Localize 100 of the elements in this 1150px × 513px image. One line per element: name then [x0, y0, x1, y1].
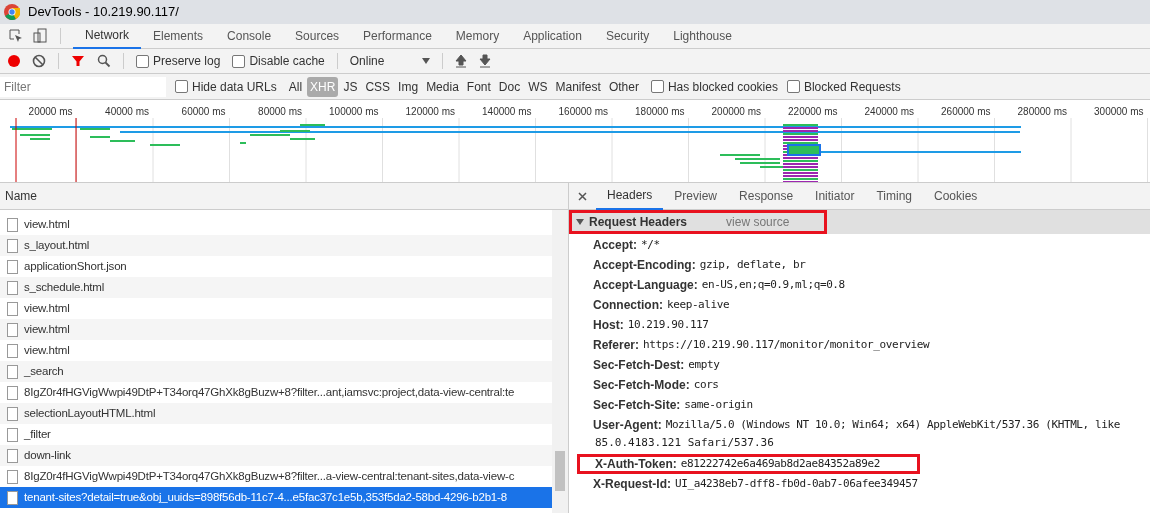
time-tick-label: 100000 ms: [329, 105, 379, 119]
request-row[interactable]: down-link: [0, 445, 552, 466]
filter-input[interactable]: Filter: [0, 76, 166, 97]
header-value: UI_a4238eb7-dff8-fb0d-0ab7-06afee349457: [675, 475, 918, 492]
upload-icon[interactable]: [454, 54, 467, 68]
header-value: keep-alive: [667, 296, 730, 313]
header-value: en-US,en;q=0.9,ml;q=0.8: [701, 276, 845, 293]
time-tick-label: 20000 ms: [28, 105, 73, 119]
header-name: Sec-Fetch-Mode:: [593, 377, 690, 394]
checkbox[interactable]: Disable cache: [232, 52, 325, 70]
checkbox[interactable]: Has blocked cookies: [650, 77, 778, 96]
type-filter-button[interactable]: Img: [395, 76, 422, 97]
detail-tab[interactable]: Initiator: [804, 183, 866, 210]
header-name: Accept:: [593, 237, 637, 254]
file-icon: [7, 322, 18, 337]
detail-tab[interactable]: Response: [728, 183, 805, 210]
time-tick-label: 180000 ms: [635, 105, 685, 119]
type-filter-button[interactable]: WS: [525, 76, 551, 97]
header-value: gzip, deflate, br: [699, 256, 806, 273]
scrollbar[interactable]: [552, 210, 568, 513]
panel-tab[interactable]: Console: [215, 23, 284, 49]
panel-tab[interactable]: Application: [511, 23, 594, 49]
type-filter-button[interactable]: CSS: [362, 76, 394, 97]
panel-tab[interactable]: Memory: [443, 23, 512, 49]
header-value: https://10.219.90.117/monitor/monitor_overview: [643, 336, 930, 353]
request-row[interactable]: tenant-sites?detail=true&obj_uuids=898f56db-11c7-4...e5fac37c1e5b,353f5da2-58bd-4296-b2b1-8: [0, 487, 552, 508]
time-tick-label: 200000 ms: [711, 105, 761, 119]
request-row[interactable]: _search: [0, 361, 552, 382]
search-icon[interactable]: [97, 54, 111, 68]
checkbox[interactable]: Hide data URLs: [175, 77, 277, 96]
type-filter-button[interactable]: Media: [423, 76, 462, 97]
request-row[interactable]: s_schedule.html: [0, 277, 552, 298]
type-filter-button[interactable]: Manifest: [552, 76, 604, 97]
disclosure-triangle-icon[interactable]: [576, 219, 584, 225]
section-title: Request Headers: [589, 214, 688, 231]
throttling-dropdown[interactable]: Online: [349, 52, 430, 70]
device-toolbar-icon[interactable]: [32, 28, 48, 44]
view-source-link[interactable]: view source: [726, 213, 790, 231]
browser-logo-icon: [4, 4, 20, 20]
file-icon: [7, 364, 18, 379]
header-name: Sec-Fetch-Dest:: [593, 357, 685, 374]
panel-tab[interactable]: Elements: [141, 23, 216, 49]
file-icon: [7, 280, 18, 295]
header-name: X-Auth-Token:: [595, 456, 677, 473]
file-icon: [7, 385, 18, 400]
header-value: 10.219.90.117: [627, 316, 709, 333]
type-filter-button[interactable]: Other: [605, 76, 642, 97]
header-value: empty: [688, 356, 720, 373]
request-row[interactable]: s_layout.html: [0, 235, 552, 256]
close-icon[interactable]: [578, 191, 587, 201]
request-row[interactable]: selectionLayoutHTML.html: [0, 403, 552, 424]
file-icon: [7, 406, 18, 421]
header-name: Host:: [593, 317, 624, 334]
header-name: Sec-Fetch-Site:: [593, 397, 681, 414]
filter-icon[interactable]: [71, 54, 85, 68]
header-name: Accept-Language:: [593, 277, 698, 294]
header-name: Accept-Encoding:: [593, 257, 696, 274]
checkbox[interactable]: Preserve log: [136, 52, 221, 70]
checkbox[interactable]: Blocked Requests: [786, 77, 901, 96]
detail-tab[interactable]: Cookies: [923, 183, 989, 210]
detail-tab[interactable]: Preview: [663, 183, 729, 210]
section-header-bar[interactable]: Request Headers view source: [569, 210, 1150, 234]
panel-tab[interactable]: Performance: [351, 23, 444, 49]
column-header[interactable]: Name: [0, 183, 568, 210]
file-icon: [7, 469, 18, 484]
time-tick-label: 140000 ms: [482, 105, 532, 119]
panel-tab[interactable]: Lighthouse: [661, 23, 744, 49]
file-icon: [7, 427, 18, 442]
inspect-element-icon[interactable]: [8, 28, 24, 44]
time-tick-label: 40000 ms: [105, 105, 149, 119]
file-icon: [7, 490, 18, 505]
type-filter-button[interactable]: All: [285, 76, 306, 97]
header-value: cors: [693, 376, 719, 393]
type-filter-button[interactable]: JS: [340, 76, 361, 97]
file-icon: [7, 217, 18, 232]
file-icon: [7, 301, 18, 316]
file-icon: [7, 448, 18, 463]
record-button[interactable]: [8, 55, 20, 67]
download-icon[interactable]: [478, 54, 491, 68]
file-icon: [7, 238, 18, 253]
header-value: */*: [641, 236, 660, 253]
time-tick-label: 280000 ms: [1017, 105, 1067, 119]
detail-tab[interactable]: Headers: [596, 183, 664, 210]
window-title: DevTools - 10.219.90.117/: [28, 3, 179, 22]
detail-tab[interactable]: Timing: [865, 183, 923, 210]
header-value: 85.0.4183.121 Safari/537.36: [594, 435, 775, 451]
type-filter-button[interactable]: Font: [463, 76, 494, 97]
time-tick-label: 300000 ms: [1094, 105, 1144, 119]
header-name: Connection:: [593, 297, 663, 314]
clear-icon[interactable]: [32, 54, 46, 68]
time-tick-label: 220000 ms: [788, 105, 838, 119]
panel-tab[interactable]: Security: [593, 23, 662, 49]
header-name: Referer:: [593, 337, 640, 354]
dropdown-caret-icon: [421, 58, 430, 64]
header-name: X-Request-Id:: [593, 476, 671, 493]
panel-tab[interactable]: Sources: [283, 23, 352, 49]
time-tick-label: 160000 ms: [558, 105, 608, 119]
request-row[interactable]: view.html: [0, 319, 552, 340]
type-filter-button[interactable]: Doc: [495, 76, 524, 97]
file-icon: [7, 259, 18, 274]
